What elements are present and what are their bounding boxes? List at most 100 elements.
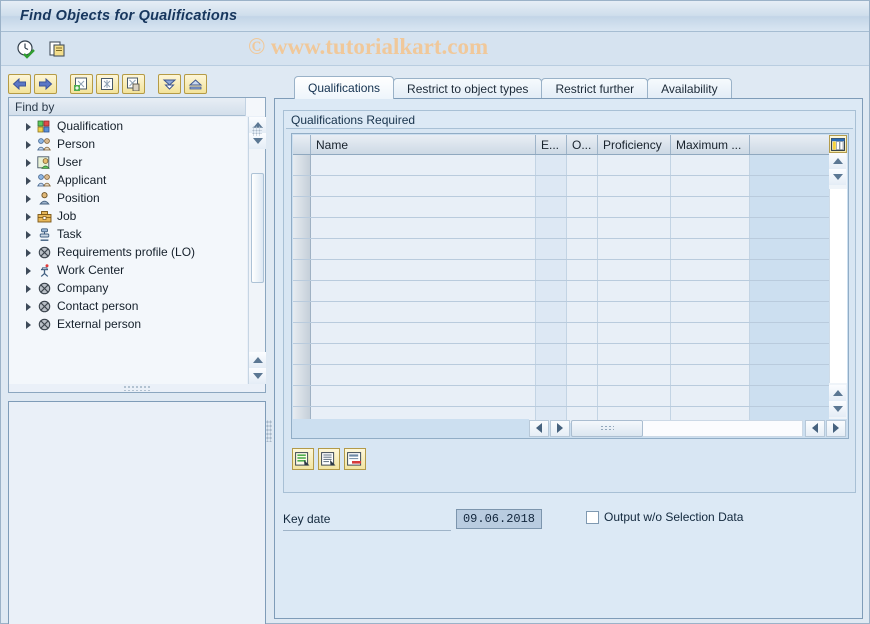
table-cell-proficiency[interactable] [598, 344, 671, 364]
tree-item-job[interactable]: Job [9, 207, 247, 225]
delete-row-button[interactable] [344, 448, 366, 470]
column-header-option[interactable]: O... [567, 135, 598, 154]
table-cell-select[interactable] [293, 344, 311, 364]
table-cell-maximum[interactable] [671, 386, 750, 406]
tree-item-company[interactable]: Company [9, 279, 247, 297]
table-cell-select[interactable] [293, 260, 311, 280]
table-cell-name[interactable] [311, 197, 536, 217]
table-cell-name[interactable] [311, 155, 536, 175]
tree-item-work-center[interactable]: Work Center [9, 261, 247, 279]
table-vertical-scrollbar[interactable] [829, 135, 847, 419]
tab-restrict-to-object-types[interactable]: Restrict to object types [393, 78, 543, 99]
table-cell-proficiency[interactable] [598, 386, 671, 406]
table-cell-select[interactable] [293, 323, 311, 343]
table-scroll-down-top[interactable] [829, 169, 846, 185]
table-cell-maximum[interactable] [671, 365, 750, 385]
tab-restrict-further[interactable]: Restrict further [541, 78, 649, 99]
tree-item-qualification[interactable]: Qualification [9, 117, 247, 135]
tree-item-user[interactable]: User [9, 153, 247, 171]
table-row[interactable] [293, 239, 830, 260]
table-scroll-up-bottom[interactable] [829, 385, 846, 401]
table-cell-proficiency[interactable] [598, 218, 671, 238]
tree-item-applicant[interactable]: Applicant [9, 171, 247, 189]
table-cell-name[interactable] [311, 344, 536, 364]
execute-button[interactable] [15, 38, 37, 60]
column-header-proficiency[interactable]: Proficiency [598, 135, 671, 154]
hscroll-left-arrow[interactable] [529, 419, 549, 437]
table-cell-maximum[interactable] [671, 176, 750, 196]
table-cell-maximum[interactable] [671, 323, 750, 343]
table-cell-option[interactable] [567, 218, 598, 238]
key-date-input[interactable]: 09.06.2018 [456, 509, 542, 529]
table-cell-option[interactable] [567, 176, 598, 196]
delete-node-button[interactable] [122, 74, 145, 94]
table-cell-option[interactable] [567, 155, 598, 175]
hscroll-right-arrow-end[interactable] [826, 419, 846, 437]
scroll-up-arrow-bottom[interactable] [249, 352, 266, 368]
table-cell-essential[interactable] [536, 323, 567, 343]
chevron-right-icon[interactable] [23, 211, 34, 222]
chevron-right-icon[interactable] [23, 175, 34, 186]
chevron-right-icon[interactable] [23, 157, 34, 168]
chevron-right-icon[interactable] [23, 265, 34, 276]
table-cell-name[interactable] [311, 281, 536, 301]
multiple-selection-button[interactable] [47, 38, 69, 60]
table-cell-essential[interactable] [536, 155, 567, 175]
tree-body[interactable]: Qualification Person User Applicant Posi… [9, 117, 247, 384]
expand-all-button[interactable] [158, 74, 181, 94]
tab-qualifications[interactable]: Qualifications [294, 76, 395, 99]
forward-button[interactable] [34, 74, 57, 94]
hscroll-left-arrow-end[interactable] [805, 419, 825, 437]
table-cell-select[interactable] [293, 155, 311, 175]
table-scroll-up-top[interactable] [829, 153, 846, 169]
table-cell-select[interactable] [293, 365, 311, 385]
table-cell-name[interactable] [311, 176, 536, 196]
table-cell-proficiency[interactable] [598, 323, 671, 343]
table-cell-name[interactable] [311, 365, 536, 385]
chevron-right-icon[interactable] [23, 283, 34, 294]
splitter-grip[interactable] [266, 420, 272, 442]
tree-vertical-scrollbar[interactable] [248, 117, 266, 384]
table-row[interactable] [293, 155, 830, 176]
table-cell-maximum[interactable] [671, 302, 750, 322]
chevron-right-icon[interactable] [23, 301, 34, 312]
table-cell-maximum[interactable] [671, 197, 750, 217]
table-cell-select[interactable] [293, 176, 311, 196]
table-cell-proficiency[interactable] [598, 176, 671, 196]
table-cell-select[interactable] [293, 281, 311, 301]
chevron-right-icon[interactable] [23, 193, 34, 204]
table-cell-select[interactable] [293, 386, 311, 406]
table-cell-option[interactable] [567, 323, 598, 343]
table-cell-name[interactable] [311, 386, 536, 406]
table-cell-option[interactable] [567, 281, 598, 301]
chevron-right-icon[interactable] [23, 319, 34, 330]
table-cell-maximum[interactable] [671, 281, 750, 301]
table-row[interactable] [293, 302, 830, 323]
table-cell-option[interactable] [567, 386, 598, 406]
table-cell-select[interactable] [293, 302, 311, 322]
table-cell-select[interactable] [293, 197, 311, 217]
table-row[interactable] [293, 260, 830, 281]
table-cell-proficiency[interactable] [598, 365, 671, 385]
tab-availability[interactable]: Availability [647, 78, 732, 99]
column-header-maximum[interactable]: Maximum ... [671, 135, 750, 154]
tree-item-requirements-profile-lo[interactable]: Requirements profile (LO) [9, 243, 247, 261]
table-cell-proficiency[interactable] [598, 281, 671, 301]
table-cell-option[interactable] [567, 302, 598, 322]
table-cell-essential[interactable] [536, 302, 567, 322]
table-scroll-down-bottom[interactable] [829, 401, 846, 417]
table-cell-option[interactable] [567, 260, 598, 280]
table-scroll-track[interactable] [829, 189, 847, 383]
chevron-right-icon[interactable] [23, 229, 34, 240]
tree-item-external-person[interactable]: External person [9, 315, 247, 333]
table-row[interactable] [293, 281, 830, 302]
table-cell-proficiency[interactable] [598, 260, 671, 280]
collapse-all-button[interactable] [184, 74, 207, 94]
table-cell-proficiency[interactable] [598, 239, 671, 259]
hscroll-right-arrow[interactable] [550, 419, 570, 437]
chevron-right-icon[interactable] [23, 121, 34, 132]
tree-resize-grip[interactable] [252, 126, 262, 136]
column-header-select[interactable] [293, 135, 311, 154]
table-row[interactable] [293, 323, 830, 344]
node-button[interactable] [96, 74, 119, 94]
